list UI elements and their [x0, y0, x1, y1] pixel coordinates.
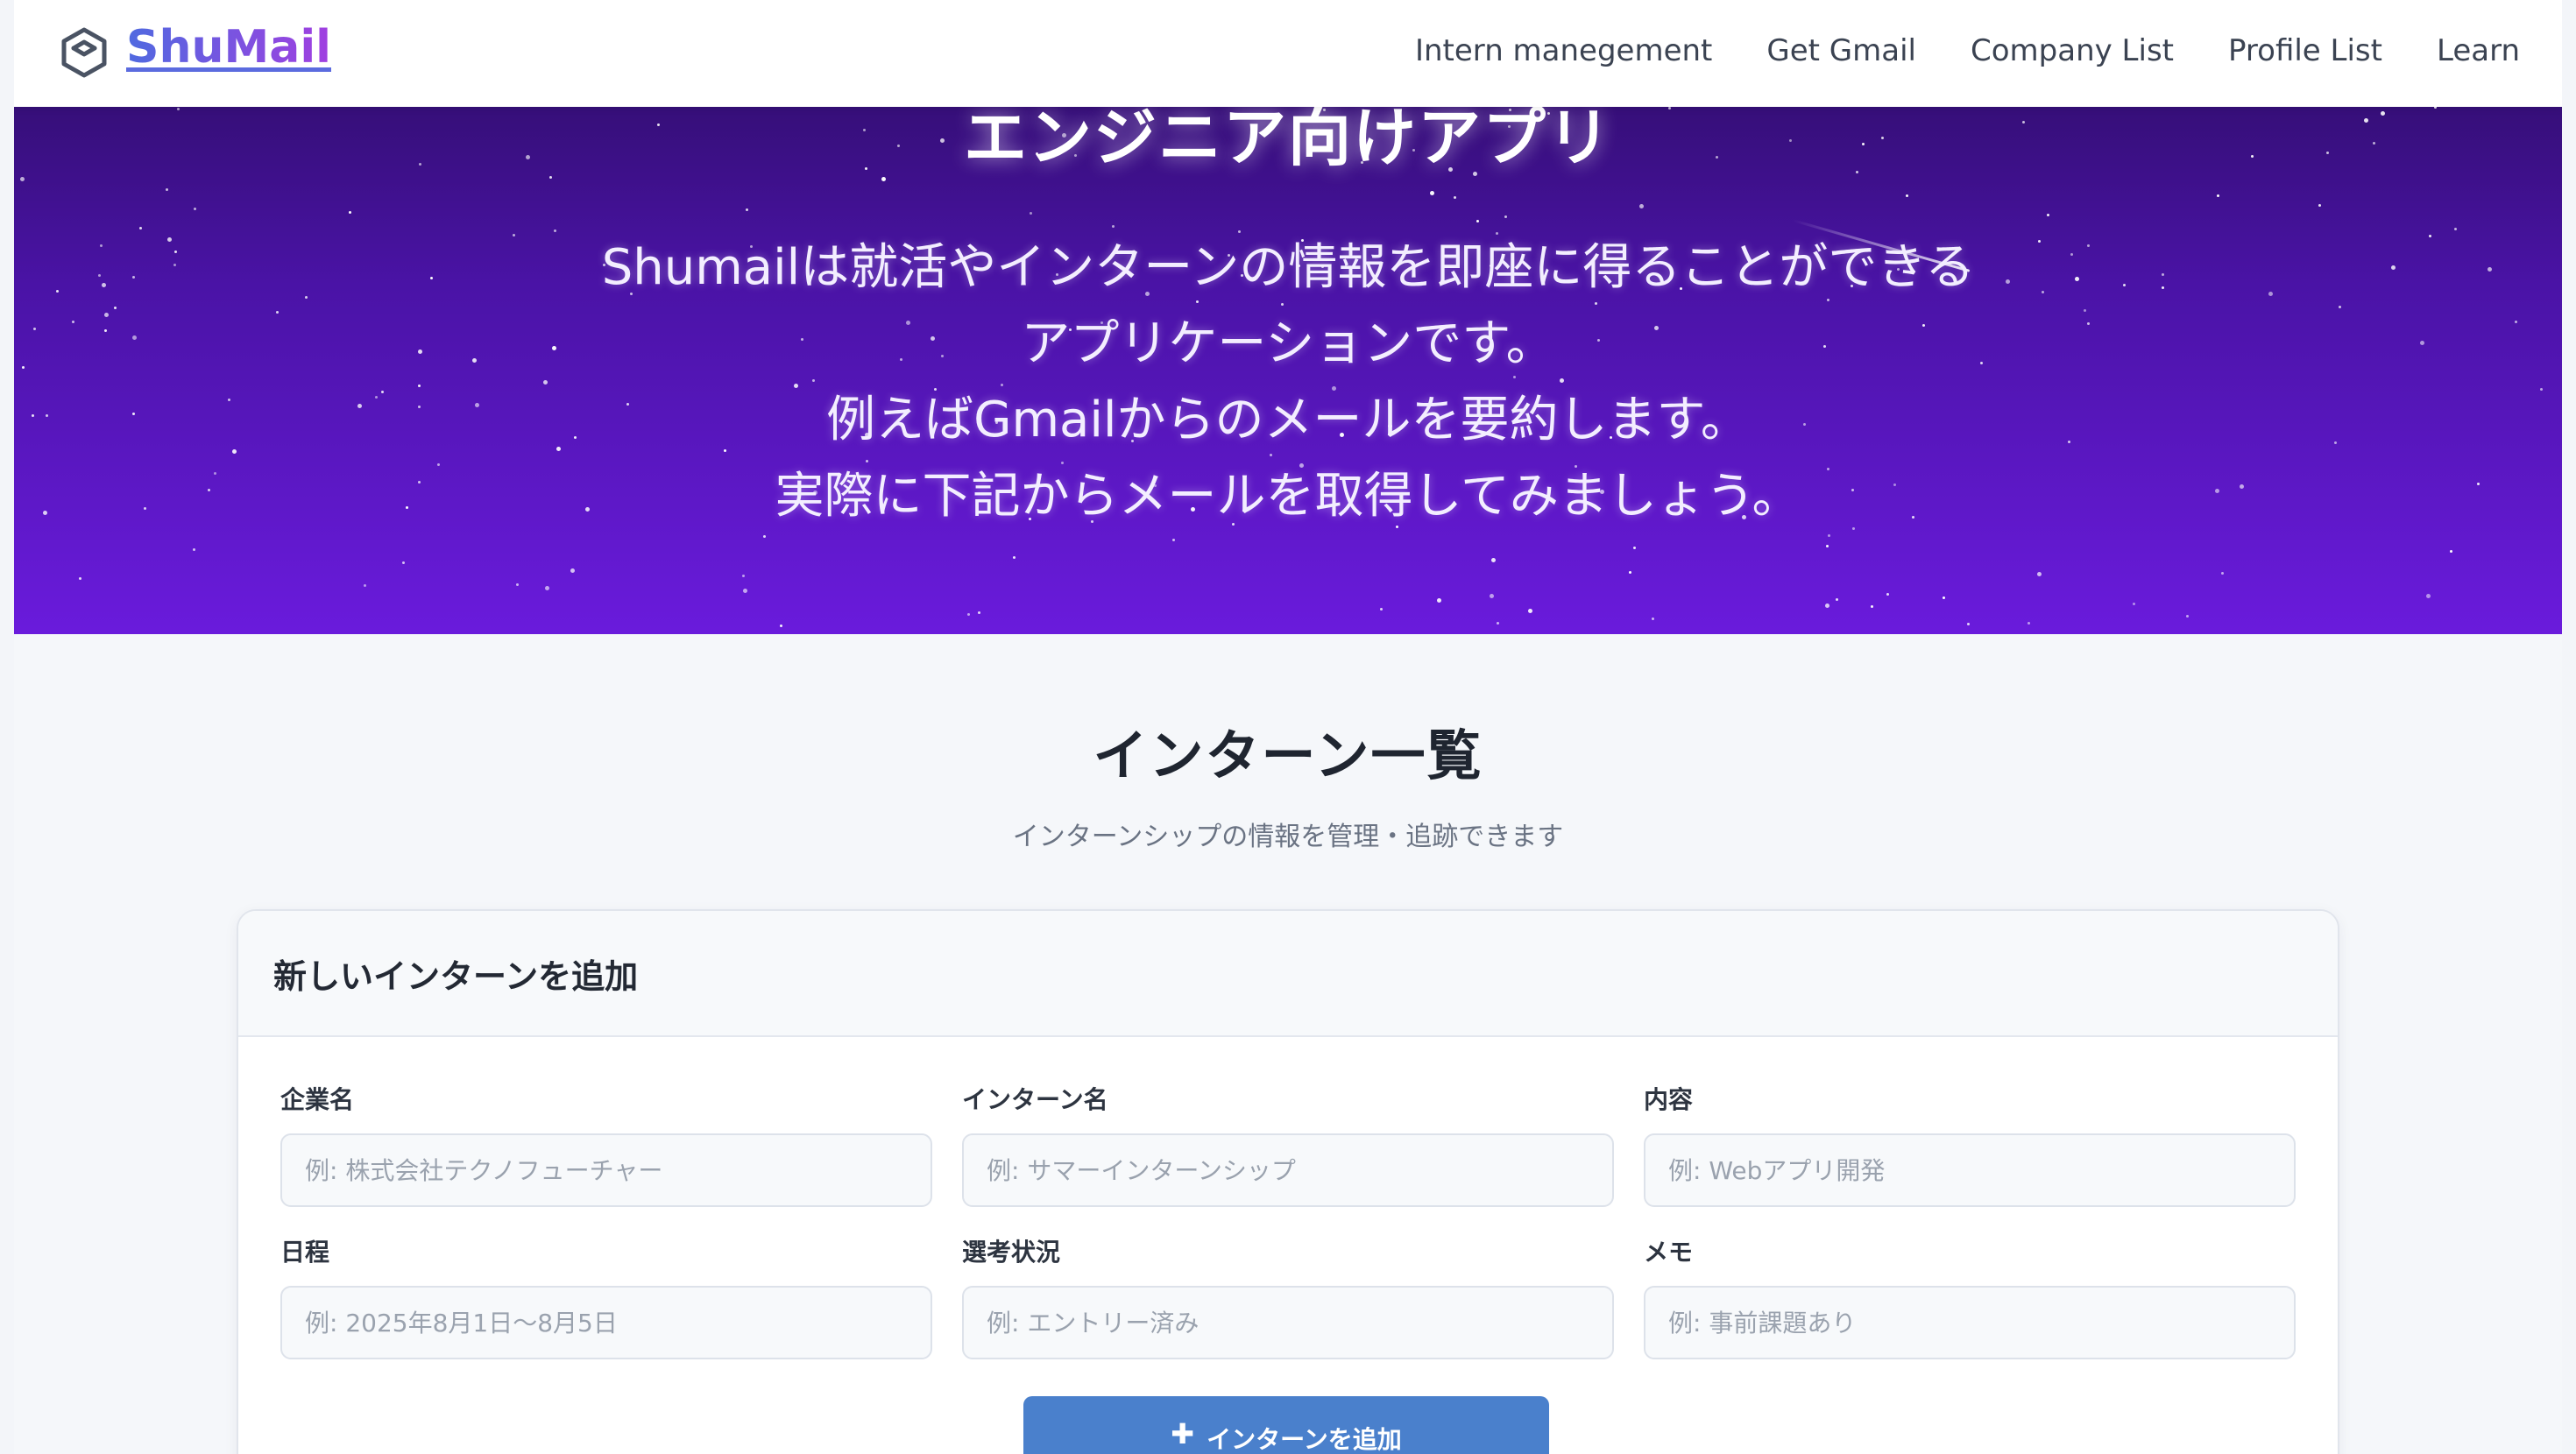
- star: [402, 561, 405, 564]
- star: [2450, 550, 2452, 553]
- star: [1639, 204, 1644, 208]
- star: [780, 625, 782, 627]
- plus-icon: ✚: [1171, 1417, 1195, 1450]
- star: [1825, 603, 1829, 608]
- star: [763, 535, 766, 538]
- brand-link[interactable]: ShuMail: [126, 21, 331, 74]
- star: [1030, 212, 1032, 215]
- nav-link-profile-list[interactable]: Profile List: [2228, 33, 2382, 68]
- memo-input[interactable]: [1644, 1286, 2296, 1359]
- hero-description: Shumailは就活やインターンの情報を即座に得ることができる アプリケーション…: [14, 229, 2562, 534]
- content-field-group: 内容: [1644, 1081, 2296, 1207]
- company-field-group: 企業名: [280, 1081, 932, 1207]
- nav-link-get-gmail[interactable]: Get Gmail: [1766, 33, 1916, 68]
- hero-line: 例えばGmailからのメールを要約します。: [826, 392, 1750, 448]
- page: エンジニア向けアプリ Shumailは就活やインターンの情報を即座に得ることがで…: [14, 0, 2562, 1454]
- cube-logo-icon[interactable]: [56, 25, 112, 81]
- navbar: ShuMail Intern manegement Get Gmail Comp…: [14, 0, 2562, 107]
- star: [2221, 572, 2224, 575]
- selection-status-input[interactable]: [962, 1286, 1614, 1359]
- star: [1490, 594, 1494, 598]
- nav-link-company-list[interactable]: Company List: [1971, 33, 2174, 68]
- star: [364, 584, 366, 587]
- memo-field-group: メモ: [1644, 1233, 2296, 1359]
- star: [1112, 225, 1115, 228]
- star: [1454, 196, 1456, 199]
- star: [2028, 622, 2030, 625]
- star: [1629, 571, 1631, 574]
- star: [2133, 603, 2135, 605]
- page-title: インターン一覧: [1093, 723, 1483, 787]
- star: [1430, 191, 1434, 195]
- star: [79, 577, 81, 580]
- star: [1380, 608, 1383, 611]
- star: [967, 613, 970, 616]
- star: [2217, 194, 2219, 197]
- star: [194, 208, 196, 210]
- nav-links: Intern manegement Get Gmail Company List…: [1415, 33, 2520, 68]
- star: [1906, 194, 1908, 197]
- star: [978, 611, 980, 614]
- star: [1437, 598, 1441, 603]
- content-input[interactable]: [1644, 1133, 2296, 1207]
- star: [1967, 623, 1970, 625]
- star: [193, 548, 195, 551]
- schedule-label: 日程: [280, 1238, 330, 1267]
- selection-status-label: 選考状況: [962, 1238, 1061, 1267]
- star: [1528, 609, 1532, 613]
- memo-label: メモ: [1644, 1238, 1694, 1267]
- nav-link-learn[interactable]: Learn: [2437, 33, 2520, 68]
- card-header: 新しいインターンを追加: [238, 911, 2338, 1037]
- star: [2318, 204, 2321, 207]
- star: [570, 568, 575, 573]
- star: [1491, 558, 1496, 562]
- schedule-input[interactable]: [280, 1286, 932, 1359]
- company-label: 企業名: [280, 1085, 355, 1114]
- star: [742, 575, 745, 577]
- hero-line: アプリケーションです。: [1021, 315, 1555, 372]
- star: [1504, 215, 1507, 218]
- star: [166, 188, 168, 191]
- star: [1476, 220, 1479, 222]
- star: [1826, 545, 1829, 547]
- star: [1633, 547, 1636, 549]
- star: [1172, 539, 1175, 541]
- star: [1497, 622, 1499, 625]
- intern-name-field-group: インターン名: [962, 1081, 1614, 1207]
- star: [1943, 596, 1945, 599]
- star: [2047, 214, 2049, 216]
- star: [1013, 556, 1016, 559]
- star: [1836, 598, 1838, 601]
- star: [743, 589, 747, 593]
- star: [516, 583, 519, 586]
- hero-line: 実際に下記からメールを取得してみましょう。: [775, 468, 1801, 525]
- add-intern-button-label: インターンを追加: [1207, 1425, 1402, 1454]
- schedule-field-group: 日程: [280, 1233, 932, 1359]
- add-intern-button[interactable]: ✚ インターンを追加: [1023, 1396, 1549, 1454]
- star: [2426, 594, 2431, 598]
- star: [349, 211, 351, 214]
- content-label: 内容: [1644, 1085, 1694, 1114]
- hero-line: Shumailは就活やインターンの情報を即座に得ることができる: [601, 239, 1975, 296]
- add-intern-card: 新しいインターンを追加 企業名 インターン名 内容 日程 選考状況 メモ ✚: [237, 909, 2339, 1454]
- star: [1828, 534, 1830, 537]
- star: [2186, 615, 2189, 618]
- star: [1652, 618, 1654, 620]
- star: [545, 586, 549, 590]
- card-title: 新しいインターンを追加: [273, 957, 639, 996]
- page-subtitle: インターンシップの情報を管理・追跡できます: [1012, 822, 1564, 852]
- star: [746, 208, 748, 211]
- company-input[interactable]: [280, 1133, 932, 1207]
- intern-name-input[interactable]: [962, 1133, 1614, 1207]
- nav-link-intern-management[interactable]: Intern manegement: [1415, 33, 1712, 68]
- intern-name-label: インターン名: [962, 1085, 1108, 1114]
- star: [1871, 605, 1873, 608]
- star: [2037, 572, 2042, 576]
- star: [1886, 593, 1889, 596]
- selection-status-field-group: 選考状況: [962, 1233, 1614, 1359]
